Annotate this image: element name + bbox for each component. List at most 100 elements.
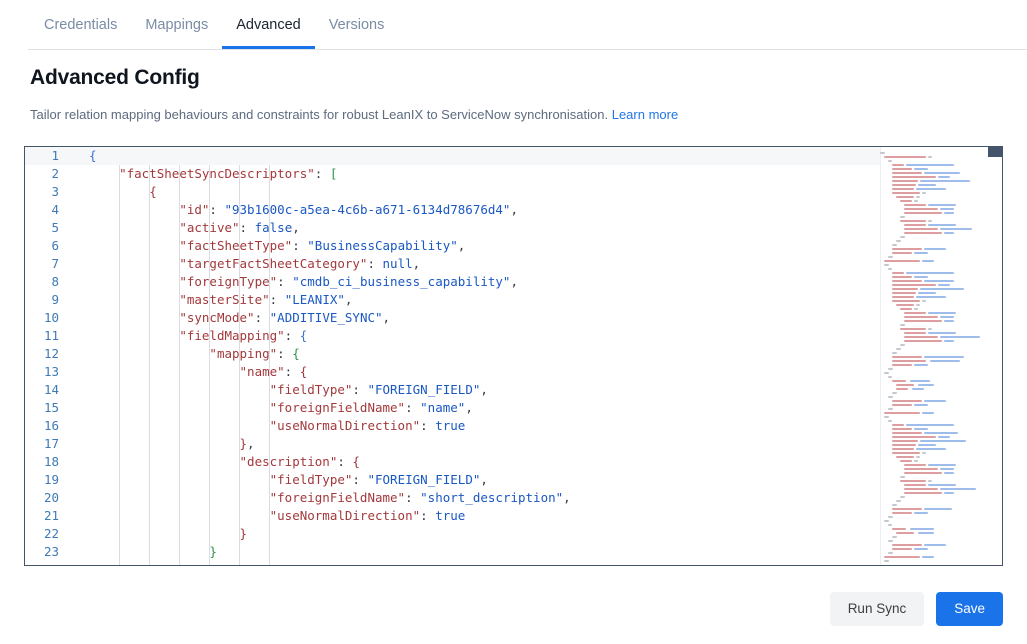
- code-line[interactable]: 22 }: [25, 525, 880, 543]
- minimap-segment: [914, 307, 918, 310]
- line-number: 5: [51, 220, 59, 235]
- code-line[interactable]: 14 "fieldType": "FOREIGN_FIELD",: [25, 381, 880, 399]
- code-token: "foreignFieldName": [269, 490, 406, 505]
- code-line[interactable]: 5 "active": false,: [25, 219, 880, 237]
- code-line[interactable]: 13 "name": {: [25, 363, 880, 381]
- minimap-segment: [922, 451, 926, 454]
- code-token: [: [329, 166, 338, 181]
- minimap-segment: [892, 543, 922, 546]
- tab-versions[interactable]: Versions: [315, 0, 399, 49]
- code-line[interactable]: 7 "targetFactSheetCategory": null,: [25, 255, 880, 273]
- minimap-segment: [940, 467, 954, 470]
- minimap-segment: [928, 223, 956, 226]
- code-line[interactable]: 2 "factSheetSyncDescriptors": [: [25, 165, 880, 183]
- minimap-segment: [922, 259, 934, 262]
- minimap-segment: [906, 271, 954, 274]
- code-token: "cmdb_ci_business_capability": [292, 274, 511, 289]
- minimap-segment: [916, 447, 946, 450]
- minimap-segment: [914, 547, 928, 550]
- code-line[interactable]: 23 }: [25, 543, 880, 561]
- minimap-segment: [904, 223, 926, 226]
- minimap-segment: [914, 363, 928, 366]
- minimap-segment: [940, 227, 972, 230]
- code-line-content: "name": {: [71, 363, 880, 381]
- minimap-segment: [892, 295, 914, 298]
- learn-more-link[interactable]: Learn more: [612, 107, 678, 122]
- minimap-segment: [892, 439, 918, 442]
- minimap-segment: [892, 527, 906, 530]
- code-token: "masterSite": [179, 292, 270, 307]
- minimap-segment: [920, 439, 966, 442]
- minimap-segment: [896, 347, 901, 350]
- tab-mappings[interactable]: Mappings: [131, 0, 222, 49]
- code-line[interactable]: 19 "fieldType": "FOREIGN_FIELD",: [25, 471, 880, 489]
- editor-vertical-scrollbar[interactable]: [988, 147, 1002, 565]
- minimap-segment: [892, 243, 897, 246]
- minimap-segment: [892, 443, 916, 446]
- minimap-segment: [928, 483, 956, 486]
- minimap-segment: [928, 203, 956, 206]
- code-token: "description": [239, 454, 338, 469]
- code-token: "foreignFieldName": [269, 400, 406, 415]
- code-token: ,: [382, 310, 391, 325]
- tab-advanced[interactable]: Advanced: [222, 0, 315, 49]
- minimap-segment: [918, 531, 934, 534]
- code-line[interactable]: 4 "id": "93b1600c-a5ea-4c6b-a671-6134d78…: [25, 201, 880, 219]
- minimap-segment: [892, 271, 904, 274]
- code-token: ,: [563, 490, 571, 505]
- run-sync-button[interactable]: Run Sync: [829, 592, 925, 626]
- code-line[interactable]: 21 "useNormalDirection": true: [25, 507, 880, 525]
- scrollbar-thumb[interactable]: [988, 147, 1002, 157]
- code-line[interactable]: 10 "syncMode": "ADDITIVE_SYNC",: [25, 309, 880, 327]
- code-line[interactable]: 3 {: [25, 183, 880, 201]
- code-line[interactable]: 8 "foreignType": "cmdb_ci_business_capab…: [25, 273, 880, 291]
- minimap-segment: [918, 443, 936, 446]
- line-number: 17: [43, 436, 59, 451]
- tab-credentials[interactable]: Credentials: [30, 0, 131, 49]
- minimap-segment: [944, 319, 954, 322]
- minimap-segment: [892, 251, 912, 254]
- code-token: {: [299, 364, 308, 379]
- editor-code-area[interactable]: 1{2 "factSheetSyncDescriptors": [3 {4 "i…: [25, 147, 880, 565]
- code-token: :: [314, 166, 330, 181]
- line-number: 4: [51, 202, 59, 217]
- minimap-segment: [916, 295, 946, 298]
- minimap-segment: [924, 399, 946, 402]
- minimap-segment: [930, 359, 960, 362]
- minimap-segment: [900, 327, 926, 330]
- save-button[interactable]: Save: [936, 592, 1003, 626]
- minimap-segment: [914, 199, 918, 202]
- code-line[interactable]: 11 "fieldMapping": {: [25, 327, 880, 345]
- minimap-segment: [914, 167, 928, 170]
- code-line[interactable]: 16 "useNormalDirection": true: [25, 417, 880, 435]
- page-header: Advanced Config Tailor relation mapping …: [0, 50, 1027, 124]
- line-number: 23: [43, 544, 59, 559]
- code-line[interactable]: 9 "masterSite": "LEANIX",: [25, 291, 880, 309]
- code-token: }: [239, 436, 248, 451]
- code-line[interactable]: 18 "description": {: [25, 453, 880, 471]
- code-token: :: [209, 202, 225, 217]
- minimap-segment: [892, 511, 912, 514]
- code-line[interactable]: 12 "mapping": {: [25, 345, 880, 363]
- editor-minimap[interactable]: [880, 147, 988, 565]
- minimap-segment: [896, 499, 901, 502]
- code-token: "useNormalDirection": [269, 418, 421, 433]
- code-line[interactable]: 6 "factSheetType": "BusinessCapability",: [25, 237, 880, 255]
- code-line[interactable]: 1{: [25, 147, 880, 165]
- minimap-segment: [892, 283, 936, 286]
- minimap-segment: [924, 355, 964, 358]
- code-line[interactable]: 17 },: [25, 435, 880, 453]
- code-line[interactable]: 20 "foreignFieldName": "short_descriptio…: [25, 489, 880, 507]
- minimap-segment: [892, 287, 918, 290]
- minimap-segment: [920, 179, 970, 182]
- minimap-segment: [892, 447, 914, 450]
- minimap-segment: [892, 187, 914, 190]
- code-line[interactable]: 15 "foreignFieldName": "name",: [25, 399, 880, 417]
- minimap-segment: [892, 359, 926, 362]
- minimap-segment: [888, 159, 892, 162]
- minimap-segment: [884, 259, 920, 262]
- minimap-segment: [904, 487, 938, 490]
- json-code-editor[interactable]: 1{2 "factSheetSyncDescriptors": [3 {4 "i…: [24, 146, 1003, 566]
- minimap-segment: [924, 279, 954, 282]
- minimap-segment: [938, 283, 950, 286]
